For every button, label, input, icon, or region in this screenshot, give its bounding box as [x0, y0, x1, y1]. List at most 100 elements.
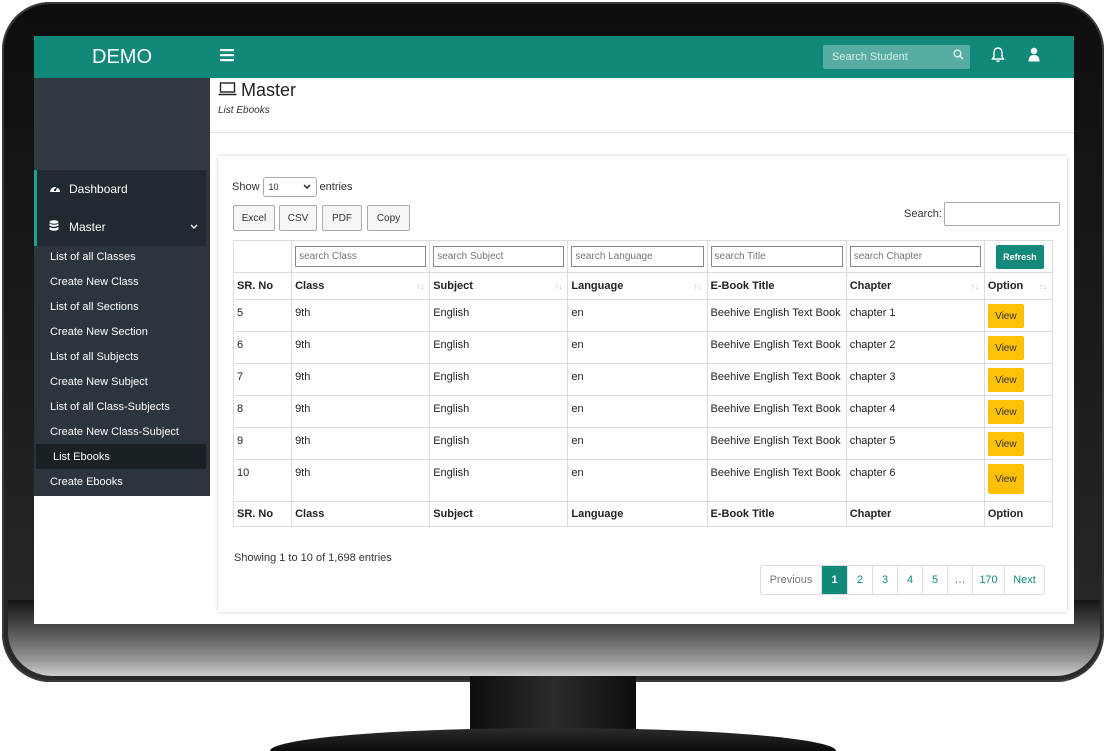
subject-filter-input[interactable] [433, 246, 565, 267]
page-subtitle: List Ebooks [218, 105, 270, 116]
page-title: Master [218, 80, 296, 101]
sidebar-item-create-section[interactable]: Create New Section [36, 319, 206, 344]
title-filter-input[interactable] [710, 246, 843, 267]
footer-header-language: Language [567, 501, 708, 527]
page-button-1[interactable]: 1 [821, 566, 847, 594]
refresh-button[interactable]: Refresh [995, 244, 1044, 269]
pdf-button[interactable]: PDF [322, 205, 362, 231]
sidebar-item-create-class-subject[interactable]: Create New Class-Subject [36, 419, 206, 444]
column-header-language[interactable]: Language ↑↓ [567, 272, 708, 300]
next-page-button[interactable]: Next [1004, 566, 1044, 594]
sr-cell: 6 [232, 331, 293, 364]
sidebar-item-master[interactable]: Master [34, 208, 206, 246]
language-cell: en [567, 427, 708, 460]
sidebar-item-list-ebooks[interactable]: List Ebooks [36, 444, 206, 469]
sr-cell: 8 [232, 395, 293, 428]
subject-cell: English [429, 331, 569, 364]
chapter-cell: chapter 5 [845, 427, 985, 460]
sidebar-item-list-class-subjects[interactable]: List of all Class-Subjects [36, 394, 206, 419]
subject-cell: English [429, 427, 569, 460]
class-filter-input[interactable] [295, 246, 427, 267]
footer-header-sr: SR. No [232, 501, 293, 527]
title-cell: Beehive English Text Book [706, 427, 847, 460]
table-row: 7 9th English en Beehive English Text Bo… [232, 363, 1054, 396]
sr-cell: 9 [232, 427, 293, 460]
title-cell: Beehive English Text Book [706, 331, 847, 364]
sidebar-item-list-sections[interactable]: List of all Sections [36, 294, 206, 319]
class-cell: 9th [291, 459, 431, 502]
excel-button[interactable]: Excel [233, 205, 275, 231]
language-cell: en [567, 299, 708, 332]
view-button[interactable]: View [987, 368, 1024, 392]
page-title-text: Master [241, 80, 297, 100]
chevron-down-icon [303, 182, 311, 192]
subject-cell: English [429, 395, 569, 428]
title-cell: Beehive English Text Book [706, 299, 847, 332]
view-button[interactable]: View [987, 432, 1024, 456]
language-cell: en [567, 395, 708, 428]
page-button-2[interactable]: 2 [847, 566, 872, 594]
show-label: Show [232, 181, 260, 193]
page-button-5[interactable]: 5 [922, 566, 947, 594]
column-header-subject[interactable]: Subject ↑↓ [429, 272, 569, 300]
page-size-select[interactable]: 10 [262, 177, 317, 197]
option-cell: View [983, 395, 1054, 428]
page-button-4[interactable]: 4 [897, 566, 922, 594]
column-header-chapter[interactable]: Chapter ↑↓ [845, 272, 985, 300]
column-header-title[interactable]: E-Book Title [706, 272, 847, 300]
footer-header-class: Class [291, 501, 431, 527]
main-content: Master List Ebooks Show 10 entries Excel… [210, 78, 1074, 624]
sidebar-item-create-ebooks[interactable]: Create Ebooks [36, 469, 206, 494]
option-cell: View [983, 427, 1054, 460]
table-row: 6 9th English en Beehive English Text Bo… [232, 331, 1054, 364]
monitor-stand-neck [470, 676, 636, 734]
pagination: Previous 1 2 3 4 5 … 170 Next [760, 565, 1045, 595]
view-button[interactable]: View [987, 304, 1024, 328]
student-search-input[interactable] [830, 50, 952, 64]
chapter-filter-input[interactable] [849, 246, 981, 267]
ebooks-card: Show 10 entries Excel CSV PDF Copy Searc… [218, 156, 1067, 612]
footer-header-subject: Subject [429, 501, 569, 527]
search-icon[interactable] [953, 49, 964, 63]
previous-page-button[interactable]: Previous [761, 566, 821, 594]
view-button[interactable]: View [987, 400, 1024, 424]
column-header-class[interactable]: Class ↑↓ [291, 272, 431, 300]
class-cell: 9th [291, 331, 431, 364]
sidebar-item-list-subjects[interactable]: List of all Subjects [36, 344, 206, 369]
sr-cell: 10 [232, 459, 293, 502]
top-bar [210, 36, 1074, 78]
csv-button[interactable]: CSV [279, 205, 317, 231]
table-row: 8 9th English en Beehive English Text Bo… [232, 395, 1054, 428]
filter-cell [429, 240, 569, 273]
database-icon [49, 219, 63, 235]
student-search [823, 45, 970, 69]
view-button[interactable]: View [987, 464, 1024, 494]
filter-cell-empty [232, 240, 293, 273]
page-button-170[interactable]: 170 [972, 566, 1004, 594]
column-header-sr[interactable]: SR. No [232, 272, 293, 300]
title-cell: Beehive English Text Book [706, 459, 847, 502]
bell-icon[interactable] [991, 47, 1005, 68]
footer-header-option: Option [983, 501, 1054, 527]
brand-logo[interactable]: DEMO [34, 36, 210, 78]
sidebar-item-label: Master [69, 220, 106, 234]
user-icon[interactable] [1028, 47, 1040, 67]
column-header-option[interactable]: Option ↑↓ [983, 272, 1054, 300]
entries-label: entries [319, 181, 353, 193]
class-cell: 9th [291, 427, 431, 460]
page-button-3[interactable]: 3 [872, 566, 897, 594]
hamburger-icon[interactable] [220, 49, 236, 66]
copy-button[interactable]: Copy [367, 205, 410, 231]
chapter-cell: chapter 4 [845, 395, 985, 428]
sidebar-item-list-classes[interactable]: List of all Classes [36, 244, 206, 269]
chapter-cell: chapter 1 [845, 299, 985, 332]
sidebar-item-create-class[interactable]: Create New Class [36, 269, 206, 294]
sidebar-item-create-subject[interactable]: Create New Subject [36, 369, 206, 394]
chapter-cell: chapter 3 [845, 363, 985, 396]
view-button[interactable]: View [987, 336, 1024, 360]
sidebar-item-dashboard[interactable]: Dashboard [34, 170, 206, 208]
sidebar: DEMO Dashboard Master List of all Classe… [34, 36, 210, 624]
sort-icon: ↑↓ [970, 282, 979, 291]
table-search-input[interactable] [944, 202, 1060, 226]
language-filter-input[interactable] [571, 246, 704, 267]
